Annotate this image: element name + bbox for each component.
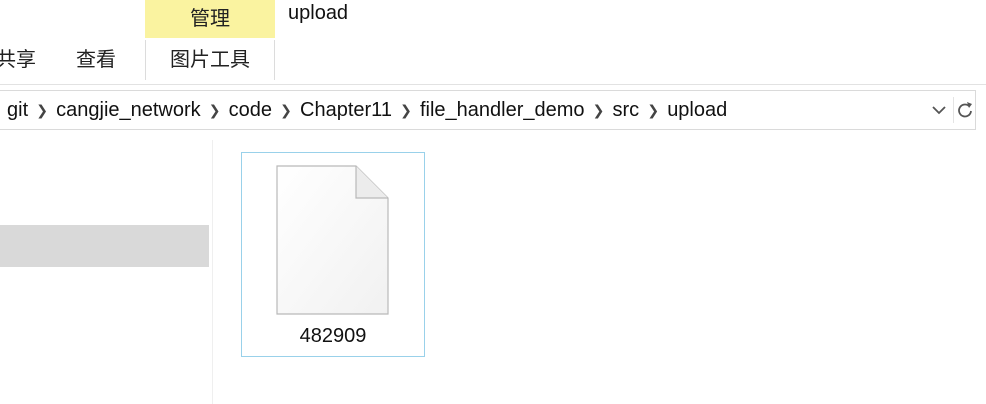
breadcrumb-item-code[interactable]: code (222, 99, 279, 122)
breadcrumb-item-src[interactable]: src (606, 99, 647, 122)
tab-manage-context-header[interactable]: 管理 (145, 0, 275, 38)
chevron-right-icon[interactable]: ❯ (399, 102, 413, 119)
breadcrumb-item-git[interactable]: git (0, 99, 35, 122)
breadcrumb: git ❯ cangjie_network ❯ code ❯ Chapter11… (0, 91, 734, 129)
chevron-right-icon[interactable]: ❯ (35, 102, 49, 119)
file-view: 482909 (214, 140, 986, 404)
ribbon: 管理 共享 查看 图片工具 upload (0, 0, 986, 85)
refresh-button[interactable] (953, 97, 976, 123)
chevron-right-icon[interactable]: ❯ (208, 102, 222, 119)
tab-picture-tools[interactable]: 图片工具 (145, 40, 275, 80)
tab-share[interactable]: 共享 (0, 40, 46, 80)
breadcrumb-item-file-handler-demo[interactable]: file_handler_demo (413, 99, 592, 122)
address-bar[interactable]: git ❯ cangjie_network ❯ code ❯ Chapter11… (0, 90, 976, 130)
file-name[interactable]: 482909 (242, 325, 424, 348)
address-history-dropdown-button[interactable] (928, 97, 950, 123)
file-item[interactable]: 482909 (241, 152, 425, 357)
chevron-right-icon[interactable]: ❯ (646, 102, 660, 119)
tab-view[interactable]: 查看 (66, 40, 126, 80)
window-title: upload (288, 2, 349, 24)
chevron-down-icon (932, 106, 946, 115)
refresh-icon (958, 102, 972, 118)
breadcrumb-item-upload[interactable]: upload (660, 99, 734, 122)
breadcrumb-item-cangjie-network[interactable]: cangjie_network (49, 99, 208, 122)
navigation-pane (0, 140, 213, 404)
chevron-right-icon[interactable]: ❯ (279, 102, 293, 119)
ribbon-divider (0, 84, 986, 85)
chevron-right-icon[interactable]: ❯ (592, 102, 606, 119)
blank-file-icon (276, 165, 389, 315)
breadcrumb-item-chapter11[interactable]: Chapter11 (293, 99, 399, 122)
nav-selected-item[interactable] (0, 225, 209, 267)
file-explorer-window: 管理 共享 查看 图片工具 upload git ❯ cangjie_netwo… (0, 0, 986, 404)
